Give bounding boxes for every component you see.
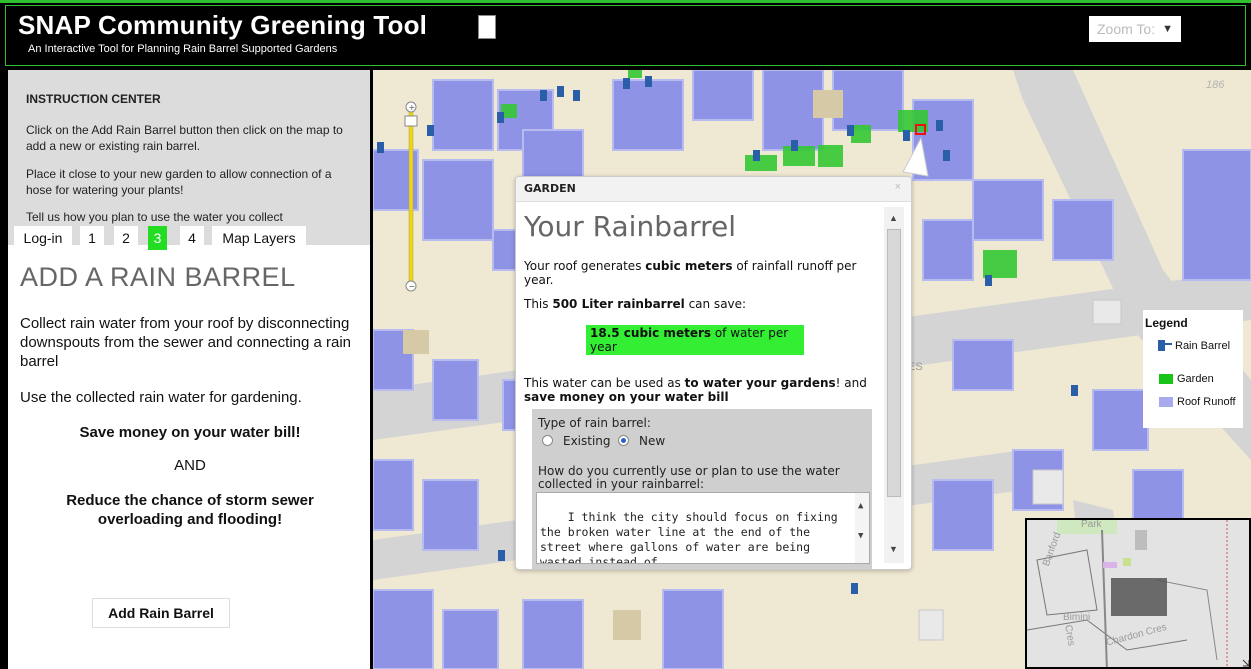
scroll-down-icon[interactable]: ▼ bbox=[889, 544, 898, 554]
barrel-type-label: Type of rain barrel: bbox=[538, 416, 651, 430]
tab-login[interactable]: Log-in bbox=[14, 226, 72, 250]
popup-header: GARDEN × bbox=[516, 177, 911, 202]
tab-step-3[interactable]: 3 bbox=[148, 226, 167, 250]
add-rain-barrel-button[interactable]: Add Rain Barrel bbox=[92, 598, 230, 628]
zoom-slider[interactable]: + − bbox=[404, 100, 418, 292]
tab-step-4[interactable]: 4 bbox=[180, 226, 204, 250]
svg-text:−: − bbox=[409, 282, 416, 291]
app-subtitle: An Interactive Tool for Planning Rain Ba… bbox=[28, 43, 338, 55]
map-legend: Legend Rain Barrel Garden Roof Runoff bbox=[1143, 310, 1243, 428]
chevron-down-icon: ▼ bbox=[1162, 23, 1173, 35]
popup-title: Your Rainbarrel bbox=[524, 210, 737, 243]
panel-heading: ADD A RAIN BARREL bbox=[20, 262, 296, 292]
overview-canvas bbox=[1027, 520, 1249, 667]
legend-roof-runoff: Roof Runoff bbox=[1177, 396, 1236, 408]
usage-text: This water can be used as to water your … bbox=[524, 376, 867, 404]
scroll-up-icon[interactable]: ▲ bbox=[889, 213, 898, 223]
textarea-scrollbar[interactable]: ▲ ▼ bbox=[855, 493, 869, 563]
popup-scrollbar[interactable]: ▲ ▼ bbox=[884, 207, 904, 563]
top-accent-line bbox=[0, 0, 1251, 3]
overview-extent-box[interactable] bbox=[1111, 578, 1167, 616]
barrel-capacity-text: This 500 Liter rainbarrel can save: bbox=[524, 297, 747, 311]
instruction-text-2: Place it close to your new garden to all… bbox=[26, 167, 332, 197]
overview-map[interactable]: Park Banford Bimini Cres Chardon Cres bbox=[1025, 518, 1251, 669]
panel-text-reduce: Reduce the chance of storm sewer overloa… bbox=[66, 492, 314, 528]
savings-badge: 18.5 cubic meters of water per year bbox=[586, 325, 804, 355]
legend-rain-barrel: Rain Barrel bbox=[1175, 340, 1231, 352]
panel-text-use: Use the collected rain water for gardeni… bbox=[20, 389, 302, 406]
legend-garden: Garden bbox=[1177, 373, 1214, 385]
svg-text:+: + bbox=[409, 103, 416, 112]
radio-new[interactable] bbox=[618, 435, 629, 446]
rain-barrel-icon bbox=[1158, 340, 1172, 351]
legend-title: Legend bbox=[1145, 316, 1188, 330]
zoom-to-select[interactable]: Zoom To: ▼ bbox=[1089, 16, 1181, 42]
radio-existing[interactable] bbox=[542, 435, 553, 446]
instruction-text-1: Click on the Add Rain Barrel button then… bbox=[26, 123, 343, 153]
panel-text-and: AND bbox=[174, 457, 206, 474]
panel-text-save: Save money on your water bill! bbox=[79, 424, 301, 441]
roof-runoff-swatch bbox=[1159, 397, 1173, 407]
popup-scroll-thumb[interactable] bbox=[887, 229, 901, 497]
street-number-label: 186 bbox=[1206, 79, 1225, 91]
overview-label-park: Park bbox=[1081, 519, 1102, 530]
tab-step-2[interactable]: 2 bbox=[114, 226, 138, 250]
garden-swatch bbox=[1159, 374, 1173, 384]
close-icon[interactable]: × bbox=[895, 181, 901, 193]
tab-step-1[interactable]: 1 bbox=[80, 226, 104, 250]
radio-new-label: New bbox=[639, 434, 666, 448]
garden-popup: GARDEN × Your Rainbarrel Your roof gener… bbox=[515, 176, 912, 570]
instruction-title: INSTRUCTION CENTER bbox=[26, 92, 161, 106]
overview-label-bimini: Bimini bbox=[1063, 612, 1091, 623]
water-use-answer: I think the city should focus on fixing … bbox=[540, 510, 845, 564]
popup-header-title: GARDEN bbox=[524, 182, 576, 195]
radio-existing-label: Existing bbox=[563, 434, 611, 448]
water-use-textarea[interactable]: I think the city should focus on fixing … bbox=[536, 492, 870, 564]
app-title: SNAP Community Greening Tool bbox=[18, 10, 428, 40]
water-use-question: How do you currently use or plan to use … bbox=[538, 464, 840, 491]
tab-map-layers[interactable]: Map Layers bbox=[212, 226, 306, 250]
panel-text-collect: Collect rain water from your roof by dis… bbox=[20, 315, 352, 370]
runoff-text: Your roof generates cubic meters of rain… bbox=[524, 259, 857, 287]
header-checkbox[interactable] bbox=[478, 15, 496, 39]
instruction-text-3: Tell us how you plan to use the water yo… bbox=[26, 210, 283, 224]
zoom-to-placeholder: Zoom To: bbox=[1097, 21, 1156, 37]
